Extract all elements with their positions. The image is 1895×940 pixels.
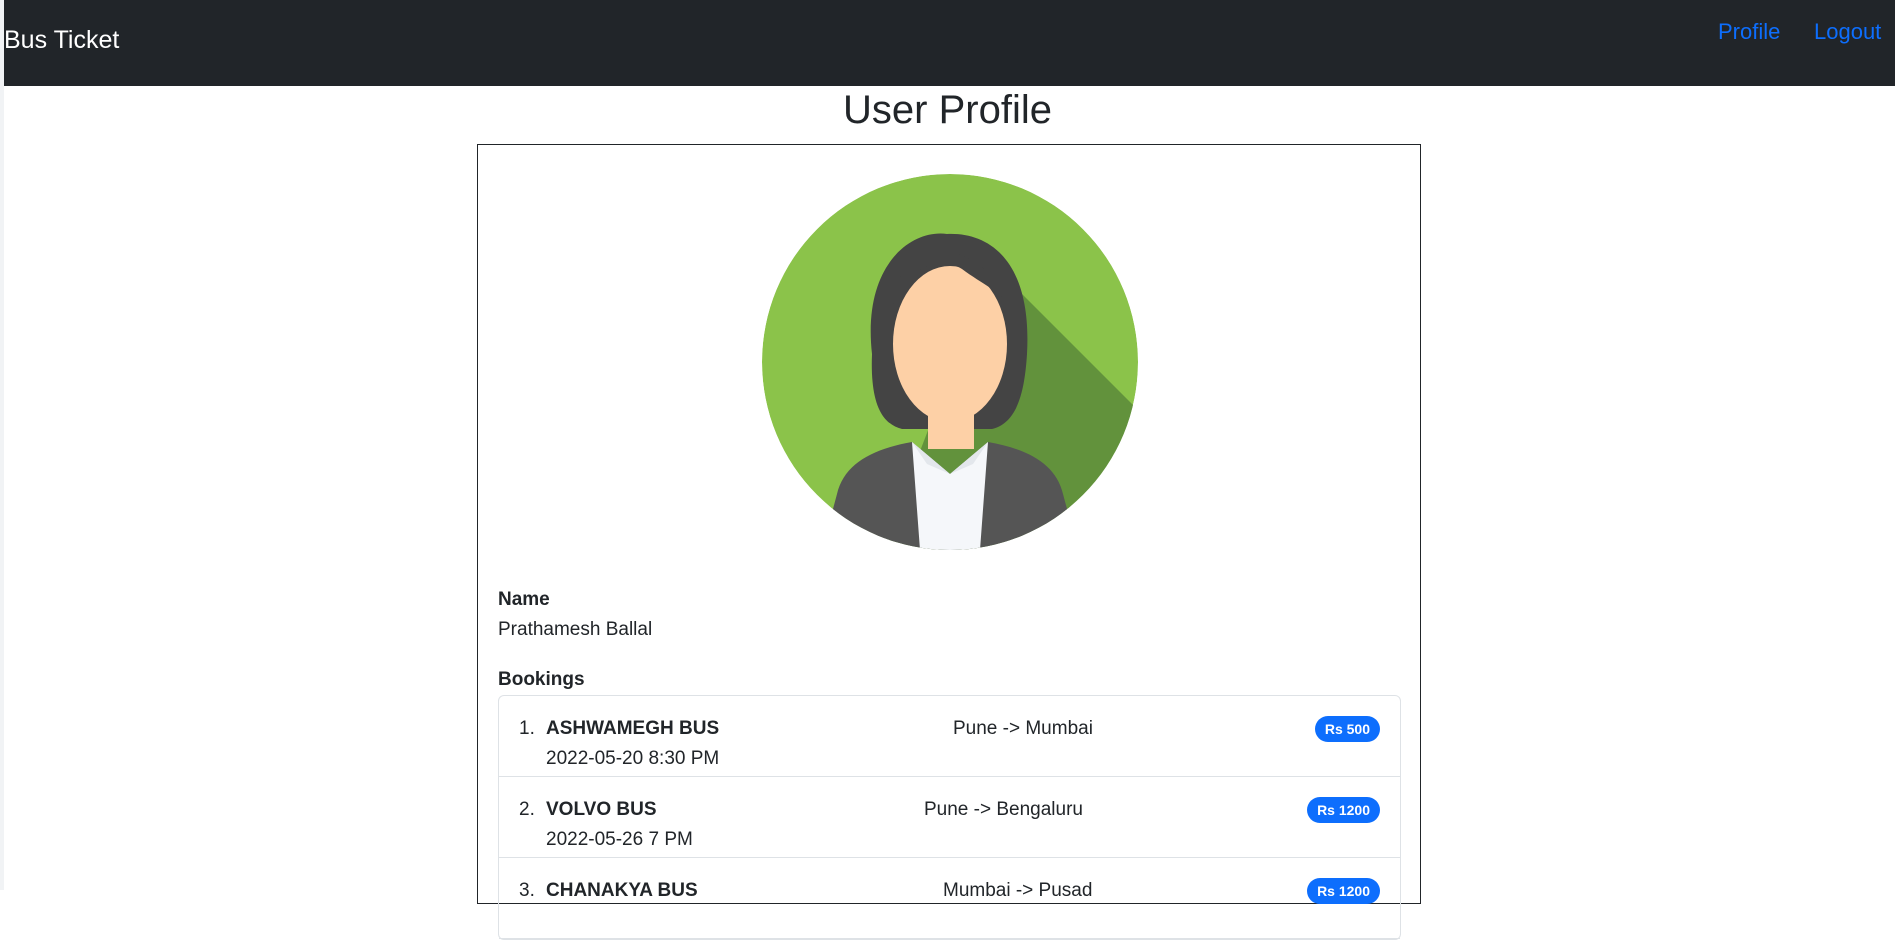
profile-card: Name Prathamesh Ballal Bookings 1. ASHWA… <box>477 144 1421 940</box>
booking-route: Pune -> Mumbai <box>953 718 1093 739</box>
booking-index: 3. <box>519 880 535 901</box>
bookings-label: Bookings <box>498 669 585 690</box>
booking-datetime: 2022-05-26 7 PM <box>546 829 693 850</box>
female-user-avatar-icon <box>762 174 1138 550</box>
nav-logout-link[interactable]: Logout <box>1814 19 1881 45</box>
booking-index: 2. <box>519 799 535 820</box>
booking-index: 1. <box>519 718 535 739</box>
booking-price-badge: Rs 1200 <box>1307 878 1380 904</box>
booking-route: Pune -> Bengaluru <box>924 799 1083 820</box>
bookings-list: 1. ASHWAMEGH BUS 2022-05-20 8:30 PM Pune… <box>498 695 1401 940</box>
booking-item: 1. ASHWAMEGH BUS 2022-05-20 8:30 PM Pune… <box>499 696 1400 777</box>
booking-datetime: 2022-05-20 8:30 PM <box>546 748 720 769</box>
booking-item: 2. VOLVO BUS 2022-05-26 7 PM Pune -> Ben… <box>499 777 1400 858</box>
booking-bus-name: CHANAKYA BUS <box>546 880 698 901</box>
booking-bus-name: VOLVO BUS <box>546 799 657 820</box>
booking-item: 3. CHANAKYA BUS Mumbai -> Pusad Rs 1200 <box>499 858 1400 939</box>
booking-price-badge: Rs 1200 <box>1307 797 1380 823</box>
brand-link[interactable]: Bus Ticket <box>4 26 119 55</box>
page-title: User Profile <box>843 88 1052 132</box>
name-value: Prathamesh Ballal <box>498 619 653 640</box>
booking-price-badge: Rs 500 <box>1314 716 1380 742</box>
name-label: Name <box>498 589 550 610</box>
top-navbar: Bus Ticket Profile Logout <box>4 0 1895 86</box>
booking-bus-name: ASHWAMEGH BUS <box>546 718 720 739</box>
booking-route: Mumbai -> Pusad <box>943 880 1093 901</box>
nav-profile-link[interactable]: Profile <box>1718 19 1780 45</box>
